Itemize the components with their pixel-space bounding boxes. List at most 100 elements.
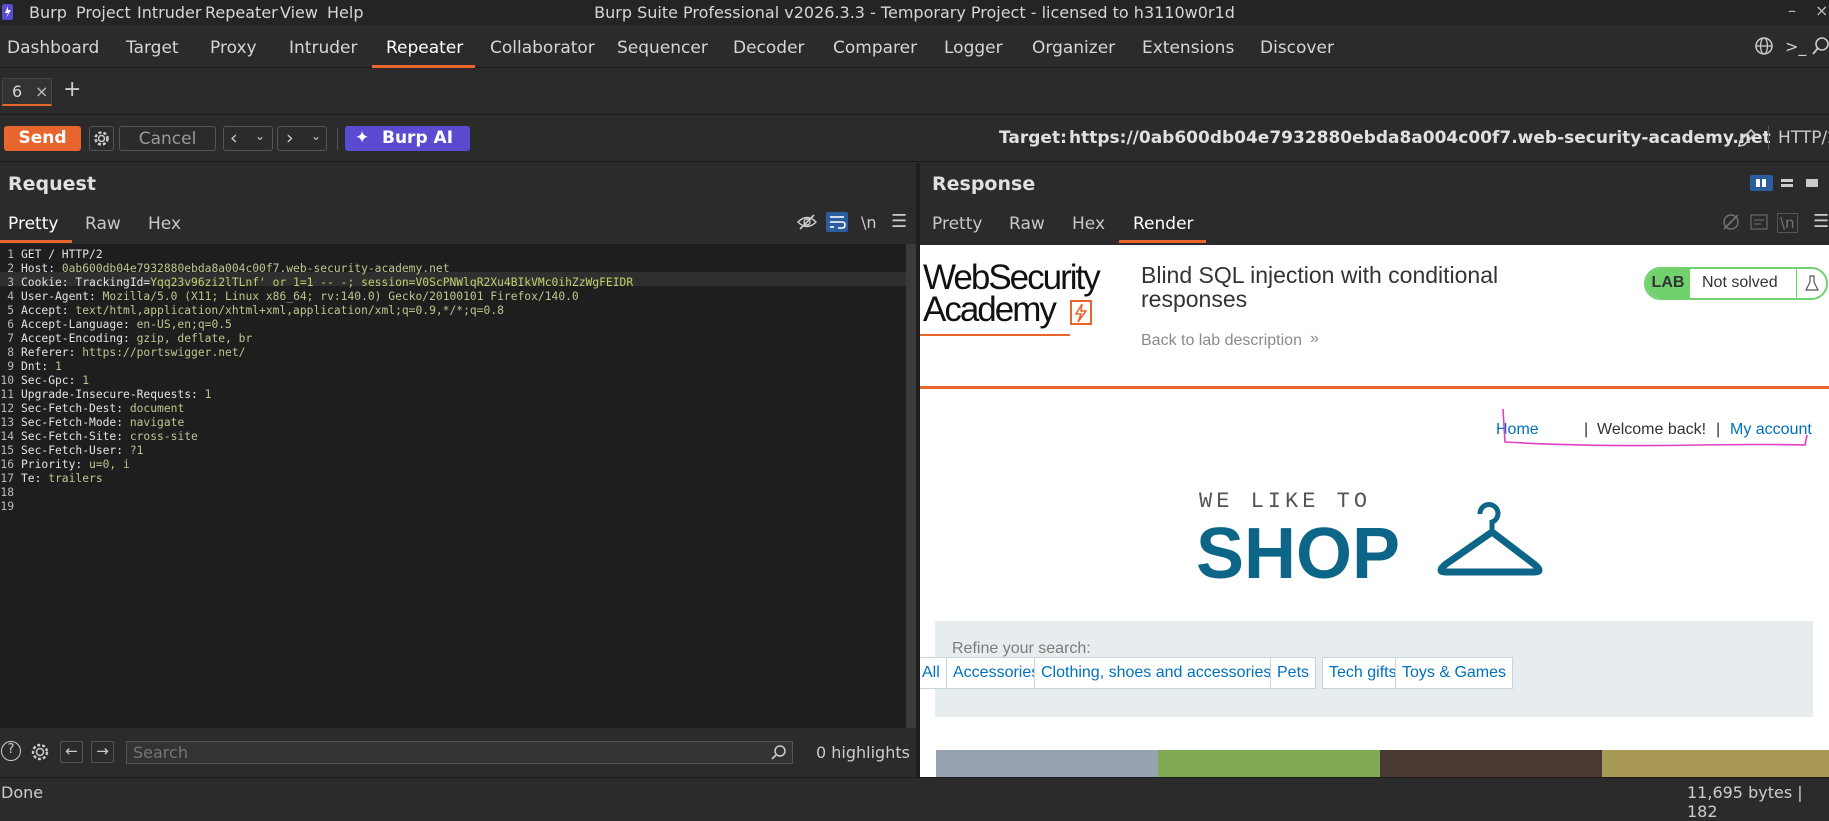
- previous-match-arrow-icon[interactable]: ←: [60, 741, 83, 763]
- history-forward-button[interactable]: › ⌄: [277, 126, 327, 151]
- http-version-button[interactable]: HTTP/2: [1778, 128, 1829, 148]
- nav-collaborator[interactable]: Collaborator: [490, 38, 595, 58]
- request-search-input[interactable]: [126, 741, 793, 764]
- repeater-tab[interactable]: 6 ×: [2, 78, 52, 106]
- header-name: Te:: [21, 472, 42, 485]
- hide-nonprintable-eye-icon: [1721, 213, 1741, 235]
- word-wrap-icon[interactable]: [826, 212, 848, 232]
- burp-ai-button[interactable]: ✦ Burp AI: [345, 126, 470, 151]
- category-filter-link[interactable]: All: [920, 657, 947, 689]
- response-tab-hex[interactable]: Hex: [1072, 214, 1105, 234]
- nav-discover[interactable]: Discover: [1260, 38, 1334, 58]
- nav-intruder[interactable]: Intruder: [289, 38, 357, 58]
- nav-target[interactable]: Target: [126, 38, 179, 58]
- header-name: Sec-Fetch-Site:: [21, 430, 124, 443]
- status-bar: Done 11,695 bytes | 182: [0, 777, 1829, 821]
- category-filter-link[interactable]: Pets: [1270, 657, 1317, 689]
- send-button[interactable]: Send: [4, 126, 81, 151]
- history-back-button[interactable]: ‹ ⌄: [223, 126, 273, 151]
- chevron-left-icon: ‹: [230, 127, 238, 149]
- response-tab-render[interactable]: Render: [1133, 214, 1194, 234]
- nav-logger[interactable]: Logger: [944, 38, 1003, 58]
- target-url[interactable]: https://0ab600db04e7932880ebda8a004c00f7…: [1069, 128, 1771, 148]
- target-label: Target:: [999, 128, 1067, 148]
- product-image[interactable]: [936, 750, 1158, 777]
- rendered-response[interactable]: WebSecurity Academy Blind SQL injection …: [920, 245, 1829, 777]
- layout-stacked-icon[interactable]: [1777, 175, 1797, 195]
- category-filter-link[interactable]: Clothing, shoes and accessories: [1034, 657, 1279, 689]
- minimize-icon[interactable]: –: [1788, 1, 1796, 20]
- nav-sequencer[interactable]: Sequencer: [617, 38, 708, 58]
- header-name: Accept-Encoding:: [21, 332, 130, 345]
- word-wrap-icon: [1749, 213, 1769, 235]
- header-value: cross-site: [123, 430, 198, 443]
- product-image[interactable]: [1380, 750, 1602, 777]
- add-tab-icon[interactable]: +: [63, 77, 81, 102]
- menu-view[interactable]: View: [280, 3, 318, 22]
- line-number: 15: [0, 444, 14, 457]
- settings-gear-icon[interactable]: [89, 126, 114, 151]
- header-value: ?1: [123, 444, 144, 457]
- tab-close-icon[interactable]: ×: [35, 82, 48, 101]
- nav-comparer[interactable]: Comparer: [833, 38, 917, 58]
- response-tab-raw[interactable]: Raw: [1009, 214, 1045, 234]
- menu-repeater[interactable]: Repeater: [205, 3, 278, 22]
- response-tab-pretty[interactable]: Pretty: [932, 214, 982, 234]
- help-icon[interactable]: ?: [1, 741, 21, 761]
- request-editor[interactable]: 1 GET / HTTP/2 2 Host: 0ab600db04e7932880eb…: [0, 244, 916, 728]
- request-menu-icon[interactable]: ☰: [891, 211, 907, 232]
- header-name: User-Agent:: [21, 290, 96, 303]
- request-scrollbar[interactable]: [906, 244, 916, 728]
- nav-repeater[interactable]: Repeater: [386, 38, 463, 58]
- line-number: 16: [0, 458, 14, 471]
- request-tab-hex[interactable]: Hex: [148, 214, 181, 234]
- request-tab-raw[interactable]: Raw: [85, 214, 121, 234]
- search-icon[interactable]: [1812, 36, 1829, 61]
- nav-organizer[interactable]: Organizer: [1032, 38, 1115, 58]
- nav-proxy[interactable]: Proxy: [210, 38, 257, 58]
- burp-ai-label: Burp AI: [382, 128, 454, 148]
- response-panel-header: Response Pretty Raw Hex Render \n ☰: [920, 163, 1829, 245]
- category-filter-link[interactable]: Tech gifts: [1322, 657, 1404, 689]
- repeater-tab-strip: 6 × +: [0, 68, 1829, 115]
- search-settings-gear-icon[interactable]: [29, 741, 51, 767]
- show-newlines-toggle[interactable]: \n: [861, 213, 877, 232]
- layout-side-by-side-icon[interactable]: [1750, 175, 1773, 191]
- cancel-button[interactable]: Cancel: [119, 126, 216, 151]
- next-match-arrow-icon[interactable]: →: [91, 741, 114, 763]
- product-image[interactable]: [1158, 750, 1380, 777]
- menu-intruder[interactable]: Intruder: [137, 3, 201, 22]
- back-to-lab-link[interactable]: Back to lab description: [1141, 332, 1302, 350]
- request-search-bar: ? ← → 0 highlights: [0, 728, 916, 777]
- edit-target-pencil-icon[interactable]: [1735, 126, 1759, 154]
- layout-single-icon[interactable]: [1802, 175, 1822, 195]
- request-tab-pretty[interactable]: Pretty: [8, 214, 58, 234]
- nav-decoder[interactable]: Decoder: [733, 38, 805, 58]
- category-filter-link[interactable]: Toys & Games: [1395, 657, 1514, 689]
- chevron-down-icon: ⌄: [255, 129, 266, 143]
- request-line: GET / HTTP/2: [21, 248, 103, 262]
- menu-help[interactable]: Help: [327, 3, 363, 22]
- globe-icon[interactable]: [1754, 36, 1774, 61]
- line-number: 11: [0, 388, 14, 401]
- main-nav: Dashboard Target Proxy Intruder Repeater…: [0, 25, 1829, 68]
- hide-nonprintable-eye-icon[interactable]: [797, 213, 817, 235]
- product-image[interactable]: [1602, 750, 1829, 777]
- response-menu-icon[interactable]: ☰: [1813, 211, 1829, 232]
- nav-extensions[interactable]: Extensions: [1142, 38, 1234, 58]
- logo-bolt-icon: [1070, 300, 1092, 325]
- header-value: Yqq23v96zi2lTLnf' or 1=1 -- -; session=V…: [150, 276, 634, 289]
- line-number: 5: [7, 304, 14, 317]
- close-window-icon[interactable]: ×: [1815, 1, 1828, 20]
- terminal-icon[interactable]: >_: [1785, 37, 1806, 56]
- menu-burp[interactable]: Burp: [29, 3, 67, 22]
- hanger-icon: [1437, 502, 1543, 576]
- header-value: gzip, deflate, br: [129, 332, 253, 345]
- nav-dashboard[interactable]: Dashboard: [7, 38, 99, 58]
- header-name: Sec-Fetch-Mode:: [21, 416, 124, 429]
- header-value: https://portswigger.net/: [75, 346, 246, 359]
- menu-project[interactable]: Project: [76, 3, 131, 22]
- category-filter-link[interactable]: Accessories: [946, 657, 1047, 689]
- request-line: Referer: https://portswigger.net/: [21, 346, 245, 360]
- request-title: Request: [8, 173, 96, 195]
